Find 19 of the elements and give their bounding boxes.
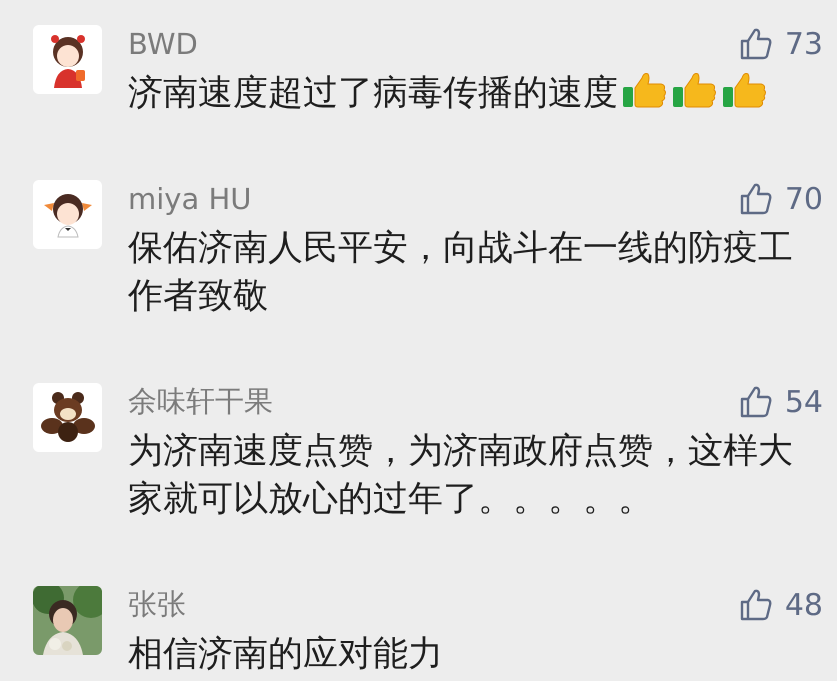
comment-text: 相信济南的应对能力 [128, 634, 443, 674]
thumbs-up-emoji-icon [622, 70, 668, 110]
thumbs-up-emoji-icon [672, 70, 718, 110]
comment-text: 为济南速度点赞，为济南政府点赞，这样大家就可以放心的过年了。。。。。 [128, 431, 793, 519]
like-count: 70 [784, 182, 823, 216]
comment-text: 保佑济南人民平安，向战斗在一线的防疫工作者致敬 [128, 228, 793, 316]
user-name[interactable]: BWD [128, 27, 198, 61]
thumbs-up-icon[interactable] [738, 385, 773, 419]
user-name[interactable]: 余味轩干果 [128, 382, 273, 422]
user-name[interactable]: 张张 [128, 585, 186, 625]
user-name[interactable]: miya HU [128, 182, 252, 216]
comment-text: 济南速度超过了病毒传播的速度 [128, 73, 618, 113]
like-count: 73 [784, 26, 823, 62]
thumbs-up-icon[interactable] [738, 588, 773, 622]
like-count: 54 [784, 384, 823, 420]
thumbs-up-icon[interactable] [738, 27, 773, 61]
like-count: 48 [784, 588, 823, 622]
thumbs-up-emoji-icon [722, 70, 768, 110]
thumbs-up-icon[interactable] [738, 182, 773, 216]
